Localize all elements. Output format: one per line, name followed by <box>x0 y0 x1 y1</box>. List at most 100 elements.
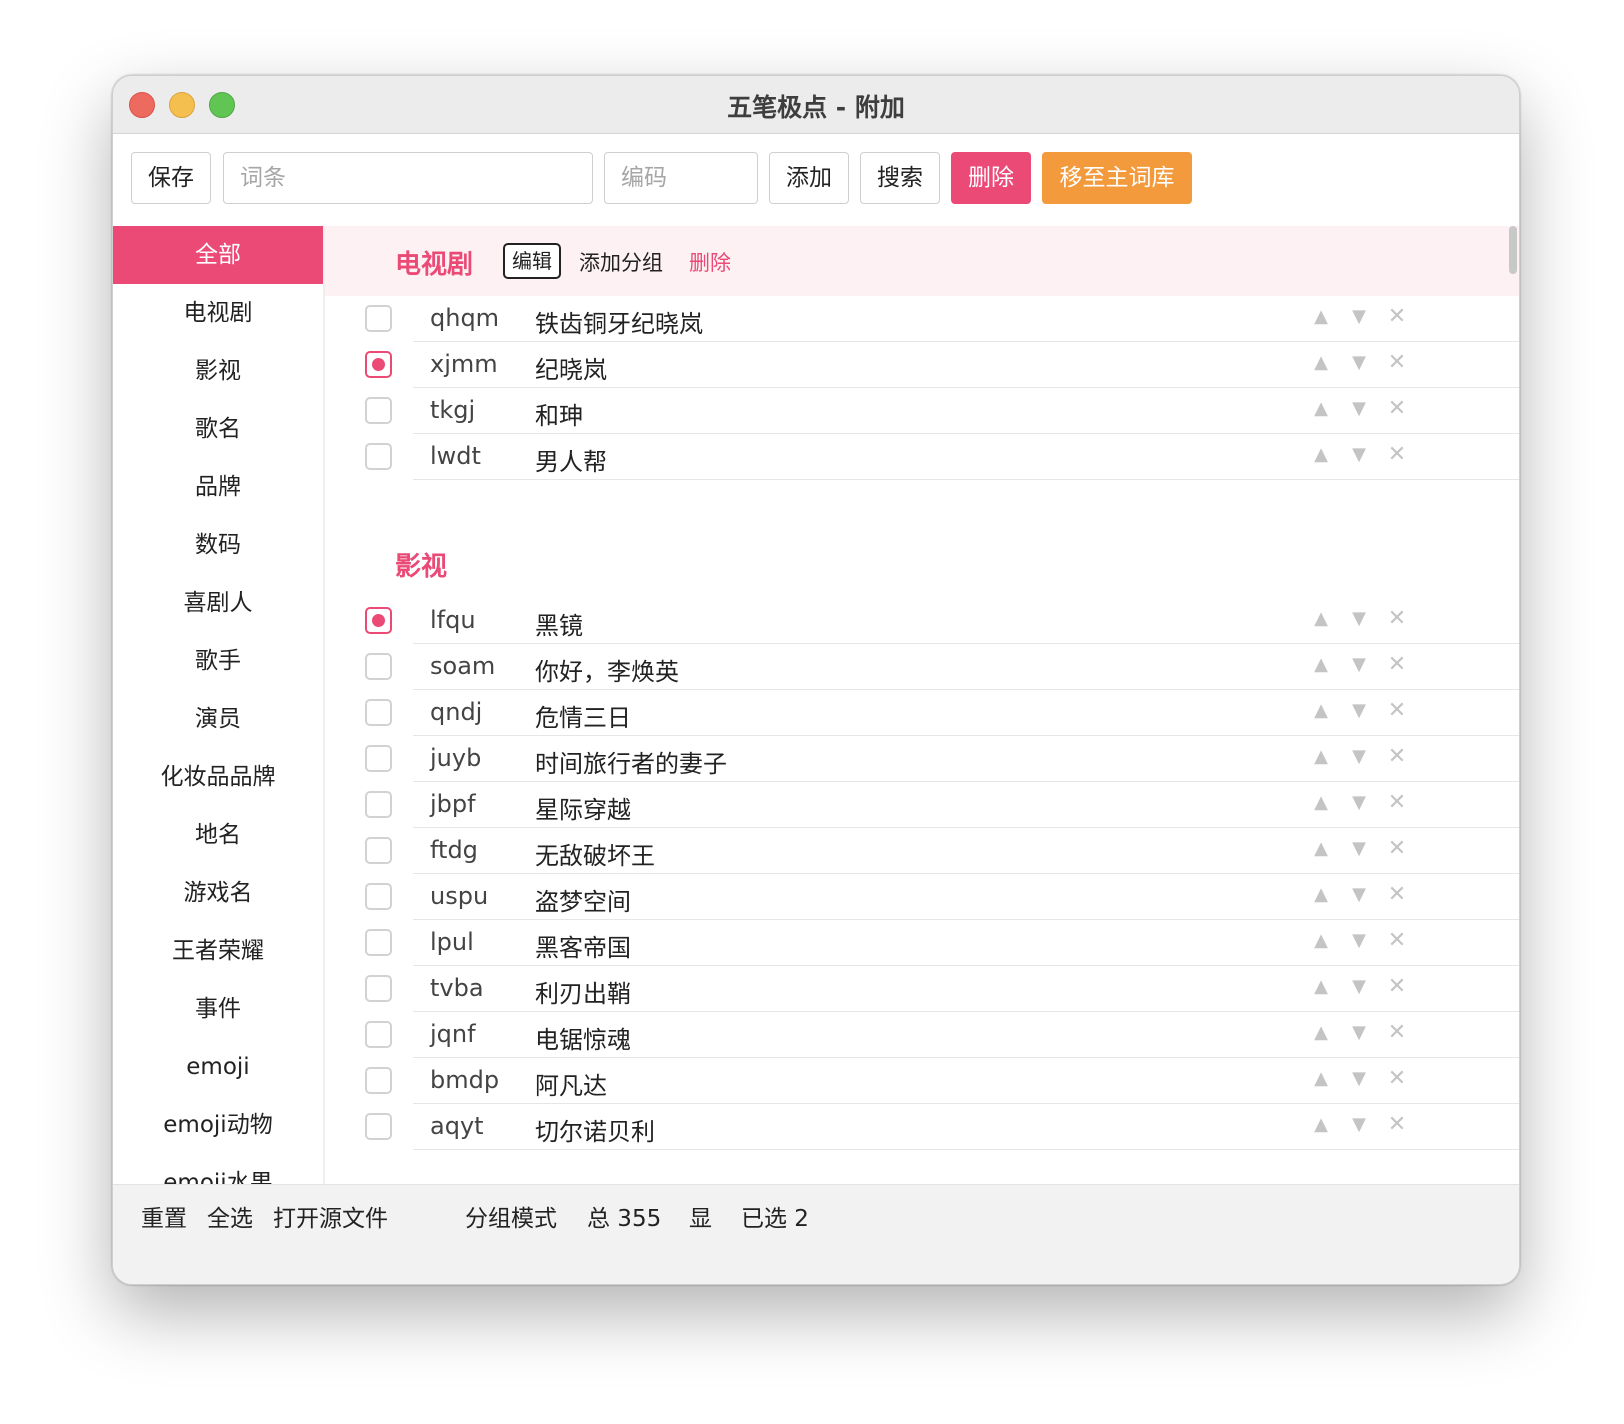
entry-checkbox[interactable] <box>365 351 392 378</box>
move-up-icon[interactable]: ▲ <box>1309 881 1333 909</box>
move-down-icon[interactable]: ▼ <box>1347 743 1371 771</box>
entry-checkbox[interactable] <box>365 699 392 726</box>
sidebar-item[interactable]: 全部 <box>113 226 323 284</box>
move-down-icon[interactable]: ▼ <box>1347 441 1371 469</box>
move-down-icon[interactable]: ▼ <box>1347 881 1371 909</box>
open-source-file-button[interactable]: 打开源文件 <box>273 1199 388 1233</box>
move-down-icon[interactable]: ▼ <box>1347 973 1371 1001</box>
remove-entry-icon[interactable]: ✕ <box>1385 303 1409 331</box>
move-up-icon[interactable]: ▲ <box>1309 651 1333 679</box>
remove-entry-icon[interactable]: ✕ <box>1385 835 1409 863</box>
add-group-button[interactable]: 添加分组 <box>579 247 663 277</box>
save-button[interactable]: 保存 <box>131 152 211 204</box>
table-row: lpul 黑客帝国 ▲ ▼ ✕ <box>325 920 1519 966</box>
remove-entry-icon[interactable]: ✕ <box>1385 395 1409 423</box>
delete-button[interactable]: 删除 <box>951 152 1031 204</box>
entry-checkbox[interactable] <box>365 883 392 910</box>
move-up-icon[interactable]: ▲ <box>1309 835 1333 863</box>
move-down-icon[interactable]: ▼ <box>1347 789 1371 817</box>
move-up-icon[interactable]: ▲ <box>1309 441 1333 469</box>
move-down-icon[interactable]: ▼ <box>1347 395 1371 423</box>
move-to-main-button[interactable]: 移至主词库 <box>1042 152 1192 204</box>
entry-checkbox[interactable] <box>365 745 392 772</box>
edit-group-button[interactable]: 编辑 <box>503 243 561 279</box>
remove-entry-icon[interactable]: ✕ <box>1385 1019 1409 1047</box>
sidebar-item[interactable]: 喜剧人 <box>113 574 323 632</box>
sidebar-item[interactable]: 电视剧 <box>113 284 323 342</box>
move-down-icon[interactable]: ▼ <box>1347 927 1371 955</box>
move-down-icon[interactable]: ▼ <box>1347 697 1371 725</box>
move-down-icon[interactable]: ▼ <box>1347 835 1371 863</box>
move-up-icon[interactable]: ▲ <box>1309 303 1333 331</box>
group-mode-toggle[interactable]: 分组模式 <box>465 1199 557 1233</box>
main-scrollbar[interactable] <box>1509 226 1517 274</box>
sidebar-item[interactable]: 影视 <box>113 342 323 400</box>
sidebar-item[interactable]: 地名 <box>113 806 323 864</box>
sidebar-item[interactable]: 游戏名 <box>113 864 323 922</box>
move-up-icon[interactable]: ▲ <box>1309 605 1333 633</box>
remove-entry-icon[interactable]: ✕ <box>1385 1111 1409 1139</box>
move-down-icon[interactable]: ▼ <box>1347 1111 1371 1139</box>
move-up-icon[interactable]: ▲ <box>1309 789 1333 817</box>
reset-button[interactable]: 重置 <box>141 1199 187 1233</box>
entry-checkbox[interactable] <box>365 1113 392 1140</box>
delete-group-button[interactable]: 删除 <box>689 247 731 277</box>
remove-entry-icon[interactable]: ✕ <box>1385 441 1409 469</box>
sidebar-item[interactable]: emoji动物 <box>113 1096 323 1154</box>
entry-checkbox[interactable] <box>365 443 392 470</box>
entry-checkbox[interactable] <box>365 1021 392 1048</box>
move-up-icon[interactable]: ▲ <box>1309 1019 1333 1047</box>
move-up-icon[interactable]: ▲ <box>1309 743 1333 771</box>
move-down-icon[interactable]: ▼ <box>1347 349 1371 377</box>
entry-checkbox[interactable] <box>365 397 392 424</box>
move-down-icon[interactable]: ▼ <box>1347 605 1371 633</box>
word-input[interactable] <box>223 152 593 204</box>
sidebar-item[interactable]: emoji水果 <box>113 1154 323 1184</box>
search-button[interactable]: 搜索 <box>860 152 940 204</box>
remove-entry-icon[interactable]: ✕ <box>1385 349 1409 377</box>
remove-entry-icon[interactable]: ✕ <box>1385 697 1409 725</box>
move-up-icon[interactable]: ▲ <box>1309 349 1333 377</box>
entry-checkbox[interactable] <box>365 305 392 332</box>
move-down-icon[interactable]: ▼ <box>1347 1019 1371 1047</box>
move-up-icon[interactable]: ▲ <box>1309 1111 1333 1139</box>
entry-checkbox[interactable] <box>365 929 392 956</box>
entry-checkbox[interactable] <box>365 975 392 1002</box>
entry-checkbox[interactable] <box>365 1067 392 1094</box>
move-up-icon[interactable]: ▲ <box>1309 697 1333 725</box>
remove-entry-icon[interactable]: ✕ <box>1385 651 1409 679</box>
remove-entry-icon[interactable]: ✕ <box>1385 881 1409 909</box>
remove-entry-icon[interactable]: ✕ <box>1385 605 1409 633</box>
move-up-icon[interactable]: ▲ <box>1309 395 1333 423</box>
sidebar-item[interactable]: 数码 <box>113 516 323 574</box>
remove-entry-icon[interactable]: ✕ <box>1385 743 1409 771</box>
remove-entry-icon[interactable]: ✕ <box>1385 973 1409 1001</box>
move-down-icon[interactable]: ▼ <box>1347 303 1371 331</box>
sidebar-item[interactable]: emoji <box>113 1038 323 1096</box>
add-button[interactable]: 添加 <box>769 152 849 204</box>
entry-checkbox[interactable] <box>365 837 392 864</box>
sidebar-item[interactable]: 演员 <box>113 690 323 748</box>
window-title: 五笔极点 - 附加 <box>727 93 905 122</box>
entry-checkbox[interactable] <box>365 653 392 680</box>
select-all-button[interactable]: 全选 <box>207 1199 253 1233</box>
sidebar-item[interactable]: 品牌 <box>113 458 323 516</box>
entry-checkbox[interactable] <box>365 791 392 818</box>
remove-entry-icon[interactable]: ✕ <box>1385 927 1409 955</box>
remove-entry-icon[interactable]: ✕ <box>1385 789 1409 817</box>
move-up-icon[interactable]: ▲ <box>1309 1065 1333 1093</box>
code-input[interactable] <box>604 152 758 204</box>
move-up-icon[interactable]: ▲ <box>1309 973 1333 1001</box>
entry-checkbox[interactable] <box>365 607 392 634</box>
move-down-icon[interactable]: ▼ <box>1347 651 1371 679</box>
sidebar-item[interactable]: 王者荣耀 <box>113 922 323 980</box>
move-down-icon[interactable]: ▼ <box>1347 1065 1371 1093</box>
sidebar-item[interactable]: 事件 <box>113 980 323 1038</box>
entry-code: qndj <box>430 698 483 726</box>
entry-word: 时间旅行者的妻子 <box>535 750 727 778</box>
sidebar-item[interactable]: 歌名 <box>113 400 323 458</box>
sidebar-item[interactable]: 歌手 <box>113 632 323 690</box>
move-up-icon[interactable]: ▲ <box>1309 927 1333 955</box>
sidebar-item[interactable]: 化妆品品牌 <box>113 748 323 806</box>
remove-entry-icon[interactable]: ✕ <box>1385 1065 1409 1093</box>
